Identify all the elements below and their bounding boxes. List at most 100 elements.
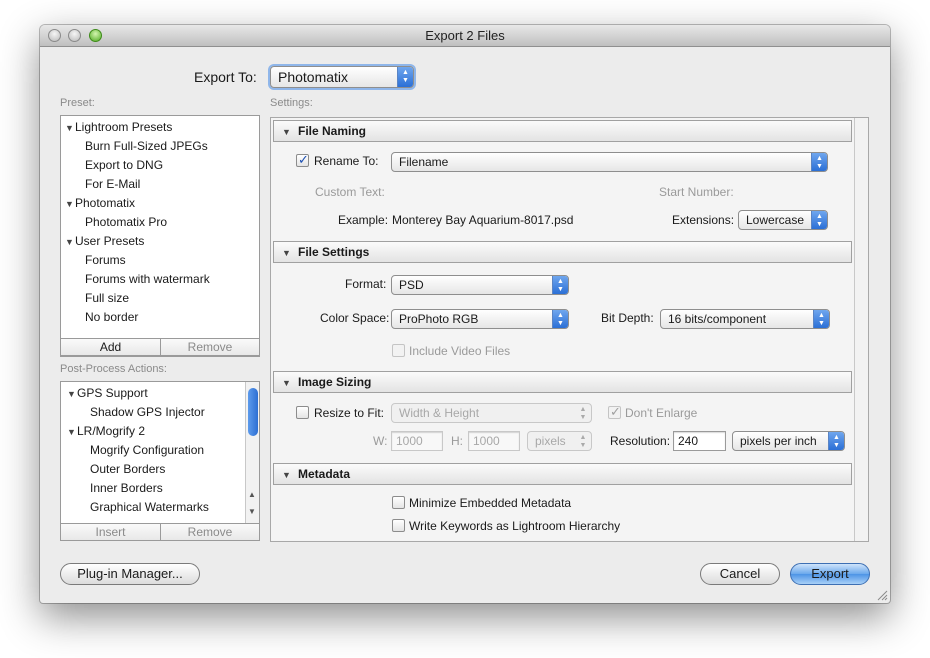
disclosure-triangle-icon[interactable]: ▼: [65, 233, 75, 252]
post-process-item[interactable]: Graphical Watermarks: [61, 498, 209, 517]
post-process-item[interactable]: Mogrify Configuration: [61, 441, 204, 460]
post-process-item[interactable]: Inner Borders: [61, 479, 163, 498]
resize-mode-popup[interactable]: Width & Height ▲ ▼: [391, 403, 592, 423]
bit-depth-popup[interactable]: 16 bits/component ▲ ▼: [660, 309, 830, 329]
height-input[interactable]: 1000: [468, 431, 520, 451]
preset-label: Burn Full-Sized JPEGs: [85, 139, 208, 153]
scroll-down-icon[interactable]: ▼: [248, 507, 256, 516]
file-settings-title: File Settings: [298, 245, 370, 259]
scroll-up-icon[interactable]: ▲: [248, 490, 256, 499]
post-process-header: Post-Process Actions:: [60, 363, 167, 375]
disclosure-triangle-icon[interactable]: ▼: [65, 119, 75, 138]
file-settings-section-header[interactable]: ▼ File Settings: [273, 241, 852, 263]
popup-arrows-icon: ▲ ▼: [811, 211, 827, 229]
post-process-group[interactable]: ▼LR/Mogrify 2: [61, 422, 145, 441]
preset-label: Lightroom Presets: [75, 120, 173, 134]
preset-label: Full size: [85, 291, 130, 305]
preset-list: ▼Lightroom Presets Burn Full-Sized JPEGs E…: [60, 115, 260, 357]
resolution-input[interactable]: 240: [673, 431, 726, 451]
rename-to-popup[interactable]: Filename ▲ ▼: [391, 152, 828, 172]
preset-label: Photomatix: [75, 196, 136, 210]
preset-item[interactable]: Photomatix Pro: [61, 213, 167, 232]
plugin-manager-button[interactable]: Plug-in Manager...: [60, 563, 200, 585]
popup-arrows-icon: ▲ ▼: [552, 310, 568, 328]
dont-enlarge-label: Don't Enlarge: [625, 406, 698, 420]
size-unit-popup[interactable]: pixels ▲ ▼: [527, 431, 592, 451]
disclosure-triangle-icon: ▼: [282, 378, 291, 388]
insert-action-button[interactable]: Insert: [60, 523, 161, 541]
post-process-item[interactable]: Shadow GPS Injector: [61, 403, 205, 422]
custom-text-label: Custom Text:: [315, 185, 385, 199]
extensions-popup[interactable]: Lowercase ▲ ▼: [738, 210, 828, 230]
preset-item[interactable]: Burn Full-Sized JPEGs: [61, 137, 208, 156]
image-sizing-section-header[interactable]: ▼ Image Sizing: [273, 371, 852, 393]
preset-item[interactable]: No border: [61, 308, 138, 327]
preset-item[interactable]: Forums with watermark: [61, 270, 210, 289]
resize-mode-value: Width & Height: [399, 406, 480, 420]
export-to-value: Photomatix: [278, 69, 349, 85]
start-number-label: Start Number:: [659, 185, 734, 199]
settings-header: Settings:: [270, 97, 313, 109]
disclosure-triangle-icon: ▼: [282, 127, 291, 137]
export-to-popup[interactable]: Photomatix ▲ ▼: [270, 66, 414, 88]
resize-to-fit-checkbox[interactable]: [296, 406, 309, 419]
color-space-popup[interactable]: ProPhoto RGB ▲ ▼: [391, 309, 569, 329]
remove-preset-button[interactable]: Remove: [160, 338, 260, 356]
rename-to-checkbox[interactable]: [296, 152, 309, 168]
post-process-group[interactable]: ▼GPS Support: [61, 384, 148, 403]
minimize-metadata-checkbox[interactable]: [392, 496, 405, 509]
preset-item[interactable]: For E-Mail: [61, 175, 140, 194]
popup-arrows-icon: ▲ ▼: [579, 406, 587, 421]
remove-action-button[interactable]: Remove: [160, 523, 260, 541]
preset-item[interactable]: Forums: [61, 251, 126, 270]
example-label: Example:: [338, 213, 389, 227]
image-sizing-title: Image Sizing: [298, 375, 372, 389]
preset-group[interactable]: ▼Lightroom Presets: [61, 118, 172, 137]
extensions-label: Extensions:: [672, 213, 735, 227]
include-video-checkbox[interactable]: [392, 344, 405, 357]
minimize-metadata-label: Minimize Embedded Metadata: [409, 496, 572, 510]
preset-header: Preset:: [60, 97, 95, 109]
width-label: W:: [373, 434, 388, 448]
zoom-window-button[interactable]: [89, 29, 102, 42]
cancel-button[interactable]: Cancel: [700, 563, 780, 585]
popup-arrows-icon: ▲ ▼: [397, 67, 413, 87]
post-process-label: Outer Borders: [90, 462, 166, 476]
height-label: H:: [451, 434, 463, 448]
close-window-button[interactable]: [48, 29, 61, 42]
include-video-label: Include Video Files: [409, 344, 511, 358]
export-button[interactable]: Export: [790, 563, 870, 585]
popup-arrows-icon: ▲ ▼: [552, 276, 568, 294]
resolution-unit-popup[interactable]: pixels per inch ▲ ▼: [732, 431, 845, 451]
format-label: Format:: [345, 277, 387, 291]
preset-group[interactable]: ▼Photomatix: [61, 194, 135, 213]
preset-item[interactable]: Export to DNG: [61, 156, 163, 175]
window-title: Export 2 Files: [425, 28, 505, 43]
dont-enlarge-checkbox[interactable]: [608, 404, 621, 420]
add-preset-button[interactable]: Add: [60, 338, 161, 356]
export-to-label: Export To:: [194, 69, 257, 85]
post-process-item[interactable]: Outer Borders: [61, 460, 165, 479]
width-input[interactable]: 1000: [391, 431, 443, 451]
minimize-window-button[interactable]: [68, 29, 81, 42]
post-process-scrollbar[interactable]: ▲ ▼: [245, 382, 259, 523]
disclosure-triangle-icon[interactable]: ▼: [67, 423, 77, 442]
bit-depth-value: 16 bits/component: [668, 312, 767, 326]
preset-group[interactable]: ▼User Presets: [61, 232, 144, 251]
settings-scrollbar[interactable]: [854, 118, 868, 541]
disclosure-triangle-icon[interactable]: ▼: [65, 195, 75, 214]
preset-item[interactable]: Full size: [61, 289, 129, 308]
popup-arrows-icon: ▲ ▼: [813, 310, 829, 328]
disclosure-triangle-icon[interactable]: ▼: [67, 385, 77, 404]
resize-grip-icon[interactable]: [876, 589, 888, 601]
resize-to-fit-label: Resize to Fit:: [314, 406, 385, 420]
preset-label: Forums: [85, 253, 126, 267]
write-keywords-checkbox[interactable]: [392, 519, 405, 532]
file-naming-section-header[interactable]: ▼ File Naming: [273, 120, 852, 142]
preset-label: Forums with watermark: [85, 272, 210, 286]
metadata-section-header[interactable]: ▼ Metadata: [273, 463, 852, 485]
resolution-unit-value: pixels per inch: [740, 434, 817, 448]
export-dialog: Export 2 Files Export To: Photomatix ▲ ▼ …: [40, 25, 890, 603]
scroll-thumb[interactable]: [248, 388, 258, 436]
format-popup[interactable]: PSD ▲ ▼: [391, 275, 569, 295]
